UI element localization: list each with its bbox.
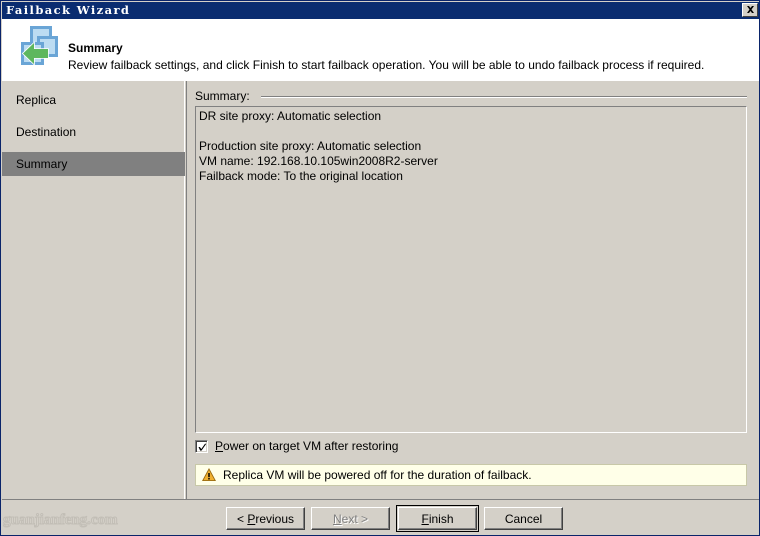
summary-group-label: Summary:	[195, 89, 250, 103]
window-titlebar: Failback Wizard	[2, 2, 759, 19]
previous-button[interactable]: < Previous	[226, 507, 305, 530]
summary-line	[199, 124, 743, 139]
checkmark-icon	[198, 443, 207, 451]
page-subtitle: Review failback settings, and click Fini…	[68, 58, 705, 72]
summary-line: VM name: 192.168.10.105win2008R2-server	[199, 154, 438, 168]
window-title: Failback Wizard	[6, 3, 131, 17]
sidebar-item-label: Summary	[16, 157, 68, 171]
failback-wizard-window: Failback Wizard Summary Review failback …	[0, 0, 760, 536]
warning-text: Replica VM will be powered off for the d…	[223, 468, 532, 482]
warning-triangle-icon	[202, 468, 216, 482]
footer-divider	[2, 499, 759, 500]
sidebar-item-label: Destination	[16, 125, 77, 139]
finish-button[interactable]: Finish	[396, 505, 479, 532]
summary-line: Failback mode: To the original location	[199, 169, 403, 183]
failback-replica-arrow-icon	[21, 26, 58, 66]
summary-group-divider	[261, 96, 747, 98]
summary-line: DR site proxy: Automatic selection	[199, 109, 382, 123]
next-button[interactable]: Next >	[311, 507, 390, 530]
summary-textbox[interactable]: DR site proxy: Automatic selection Produ…	[195, 106, 747, 433]
sidebar-item-summary[interactable]: Summary	[2, 152, 185, 176]
wizard-step-sidebar: Replica Destination Summary	[2, 81, 185, 499]
sidebar-item-destination[interactable]: Destination	[2, 120, 185, 144]
page-title: Summary	[68, 41, 123, 55]
sidebar-item-label: Replica	[16, 93, 57, 107]
sidebar-item-replica[interactable]: Replica	[2, 88, 185, 112]
watermark: guanjianfeng.com	[3, 512, 119, 529]
checkbox-box[interactable]	[195, 439, 208, 453]
wizard-header: Summary Review failback settings, and cl…	[2, 19, 759, 81]
wizard-main-panel: Summary: DR site proxy: Automatic select…	[186, 81, 759, 499]
power-on-target-vm-checkbox[interactable]: Power on target VM after restoring	[195, 439, 398, 453]
cancel-button[interactable]: Cancel	[484, 507, 563, 530]
summary-line: Production site proxy: Automatic selecti…	[199, 139, 422, 153]
close-icon	[746, 5, 754, 13]
close-button[interactable]	[742, 3, 758, 17]
checkbox-label: Power on target VM after restoring	[215, 439, 399, 453]
warning-banner: Replica VM will be powered off for the d…	[195, 464, 747, 486]
